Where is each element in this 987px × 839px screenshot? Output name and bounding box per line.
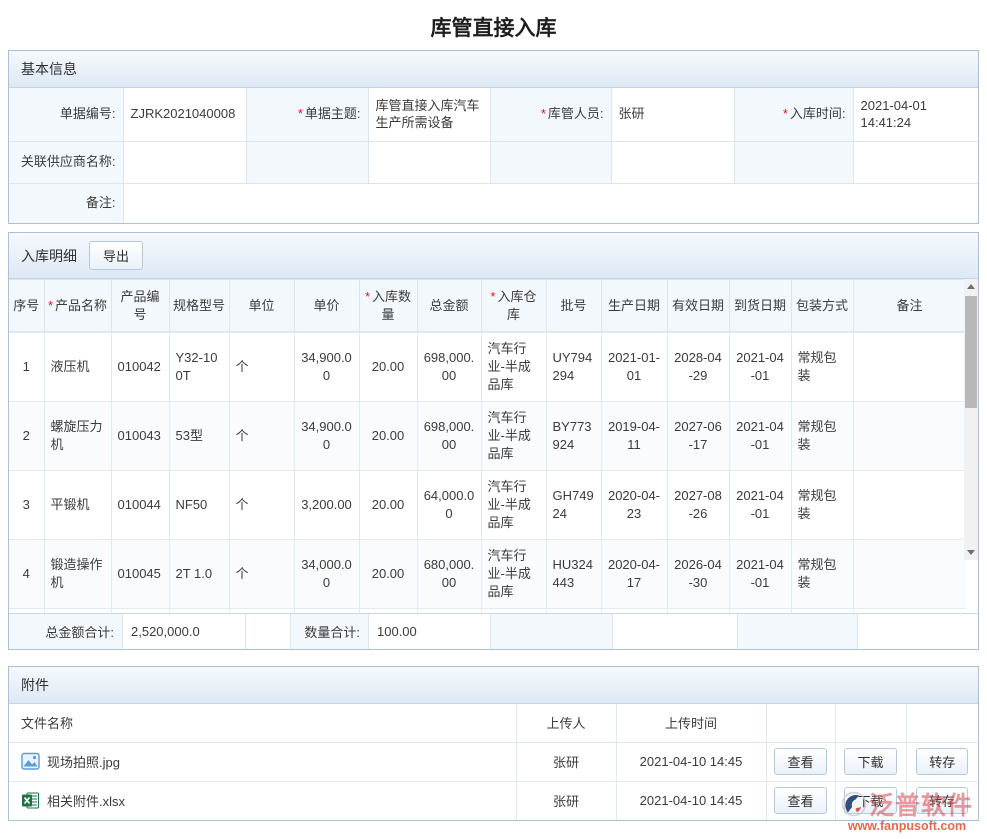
vendor-url: www.fanpusoft.com (831, 819, 983, 833)
detail-grid: 序号 *产品名称 产品编号 规格型号 单位 单价 *入库数量 总金额 *入库仓库… (9, 279, 978, 613)
detail-grid-body: 1液压机010042Y32-100T个 34,900.0020.00698,00… (9, 332, 966, 613)
table-row[interactable]: 2螺旋压力机01004353型个 34,900.0020.00698,000.0… (9, 402, 966, 471)
required-asterisk: * (365, 289, 370, 304)
keeper-value[interactable]: 张研 (611, 88, 734, 141)
attachments-title: 附件 (21, 675, 49, 695)
col-packing: 包装方式 (791, 280, 853, 332)
doc-no-value[interactable]: ZJRK2021040008 (123, 88, 246, 141)
upload-time: 2021-04-10 14:45 (616, 781, 766, 820)
image-file-icon (21, 752, 40, 771)
doc-no-label: 单据编号: (9, 88, 123, 141)
view-button[interactable]: 查看 (774, 748, 826, 775)
totals-row: 总金额合计: 2,520,000.0 数量合计: 100.00 (9, 613, 978, 649)
col-price: 单价 (294, 280, 359, 332)
in-time-label: *入库时间: (734, 88, 853, 141)
required-asterisk: * (490, 289, 495, 304)
col-upload-time: 上传时间 (616, 704, 766, 742)
subject-label: *单据主题: (246, 88, 368, 141)
scrollbar-thumb[interactable] (965, 296, 977, 408)
supplier-value[interactable] (123, 141, 246, 183)
col-warehouse: *入库仓库 (481, 280, 546, 332)
scroll-up-icon[interactable] (964, 279, 978, 294)
in-time-value[interactable]: 2021-04-01 14:41:24 (853, 88, 978, 141)
view-button[interactable]: 查看 (774, 787, 826, 814)
col-arrive-date: 到货日期 (729, 280, 791, 332)
excel-file-icon (21, 791, 40, 810)
detail-header: 入库明细 导出 (9, 233, 978, 279)
detail-grid-header: 序号 *产品名称 产品编号 规格型号 单位 单价 *入库数量 总金额 *入库仓库… (9, 279, 967, 332)
col-valid-date: 有效日期 (667, 280, 729, 332)
total-amount-label: 总金额合计: (9, 614, 123, 649)
total-amount-value: 2,520,000.0 (123, 614, 246, 649)
subject-value[interactable]: 库管直接入库汽车生产所需设备 (368, 88, 490, 141)
table-row-partial (9, 609, 966, 614)
scroll-down-icon[interactable] (964, 545, 978, 560)
col-amount: 总金额 (417, 280, 481, 332)
file-name-link[interactable]: 现场拍照.jpg (47, 752, 120, 771)
download-button[interactable]: 下载 (844, 787, 896, 814)
download-button[interactable]: 下载 (844, 748, 896, 775)
basic-info-form: 单据编号: ZJRK2021040008 *单据主题: 库管直接入库汽车生产所需… (9, 88, 978, 223)
attachments-table: 文件名称 上传人 上传时间 现场拍照.jpg 张研 2021-04-10 14:… (9, 704, 978, 820)
upload-time: 2021-04-10 14:45 (616, 742, 766, 781)
basic-info-panel: 基本信息 单据编号: ZJRK2021040008 *单据主题: 库管直接入库汽… (8, 50, 979, 224)
basic-info-title: 基本信息 (21, 59, 77, 79)
col-product-name: *产品名称 (44, 280, 111, 332)
page: 库管直接入库 基本信息 单据编号: ZJRK2021040008 *单据主题: … (0, 0, 987, 839)
col-batch: 批号 (546, 280, 601, 332)
required-asterisk: * (298, 106, 303, 121)
keeper-label: *库管人员: (490, 88, 611, 141)
remark-value[interactable] (123, 183, 978, 223)
attachment-row: 相关附件.xlsx 张研 2021-04-10 14:45 查看 下载 转存 (9, 781, 978, 820)
detail-panel: 入库明细 导出 序号 *产品名称 产品编号 规格型号 单位 单价 *入库数量 总… (8, 232, 979, 650)
col-file-name: 文件名称 (9, 704, 516, 742)
col-spec: 规格型号 (169, 280, 229, 332)
col-prod-date: 生产日期 (601, 280, 667, 332)
col-uploader: 上传人 (516, 704, 616, 742)
save-as-button[interactable]: 转存 (916, 748, 968, 775)
uploader: 张研 (516, 781, 616, 820)
col-seq: 序号 (9, 280, 44, 332)
save-as-button[interactable]: 转存 (916, 787, 968, 814)
total-qty-label: 数量合计: (291, 614, 369, 649)
attachments-panel: 附件 文件名称 上传人 上传时间 现场拍照.jpg 张研 2021-04-10 … (8, 666, 979, 821)
total-qty-value: 100.00 (369, 614, 491, 649)
table-row[interactable]: 1液压机010042Y32-100T个 34,900.0020.00698,00… (9, 333, 966, 402)
attachments-header: 附件 (9, 667, 978, 704)
basic-info-header: 基本信息 (9, 51, 978, 88)
col-remark: 备注 (853, 280, 966, 332)
table-row[interactable]: 3平锻机010044NF50个 3,200.0020.0064,000.00 汽… (9, 471, 966, 540)
supplier-label: 关联供应商名称: (9, 141, 123, 183)
attachment-row: 现场拍照.jpg 张研 2021-04-10 14:45 查看 下载 转存 (9, 742, 978, 781)
required-asterisk: * (783, 106, 788, 121)
table-row[interactable]: 4锻造操作机0100452T 1.0个 34,000.0020.00680,00… (9, 540, 966, 609)
export-button[interactable]: 导出 (89, 241, 143, 270)
required-asterisk: * (48, 298, 53, 313)
col-unit: 单位 (229, 280, 294, 332)
detail-title: 入库明细 (21, 246, 77, 266)
col-qty: *入库数量 (359, 280, 417, 332)
uploader: 张研 (516, 742, 616, 781)
remark-label: 备注: (9, 183, 123, 223)
page-title: 库管直接入库 (0, 0, 987, 50)
required-asterisk: * (541, 106, 546, 121)
col-product-code: 产品编号 (111, 280, 169, 332)
vertical-scrollbar[interactable] (964, 279, 978, 560)
file-name-link[interactable]: 相关附件.xlsx (47, 791, 125, 810)
